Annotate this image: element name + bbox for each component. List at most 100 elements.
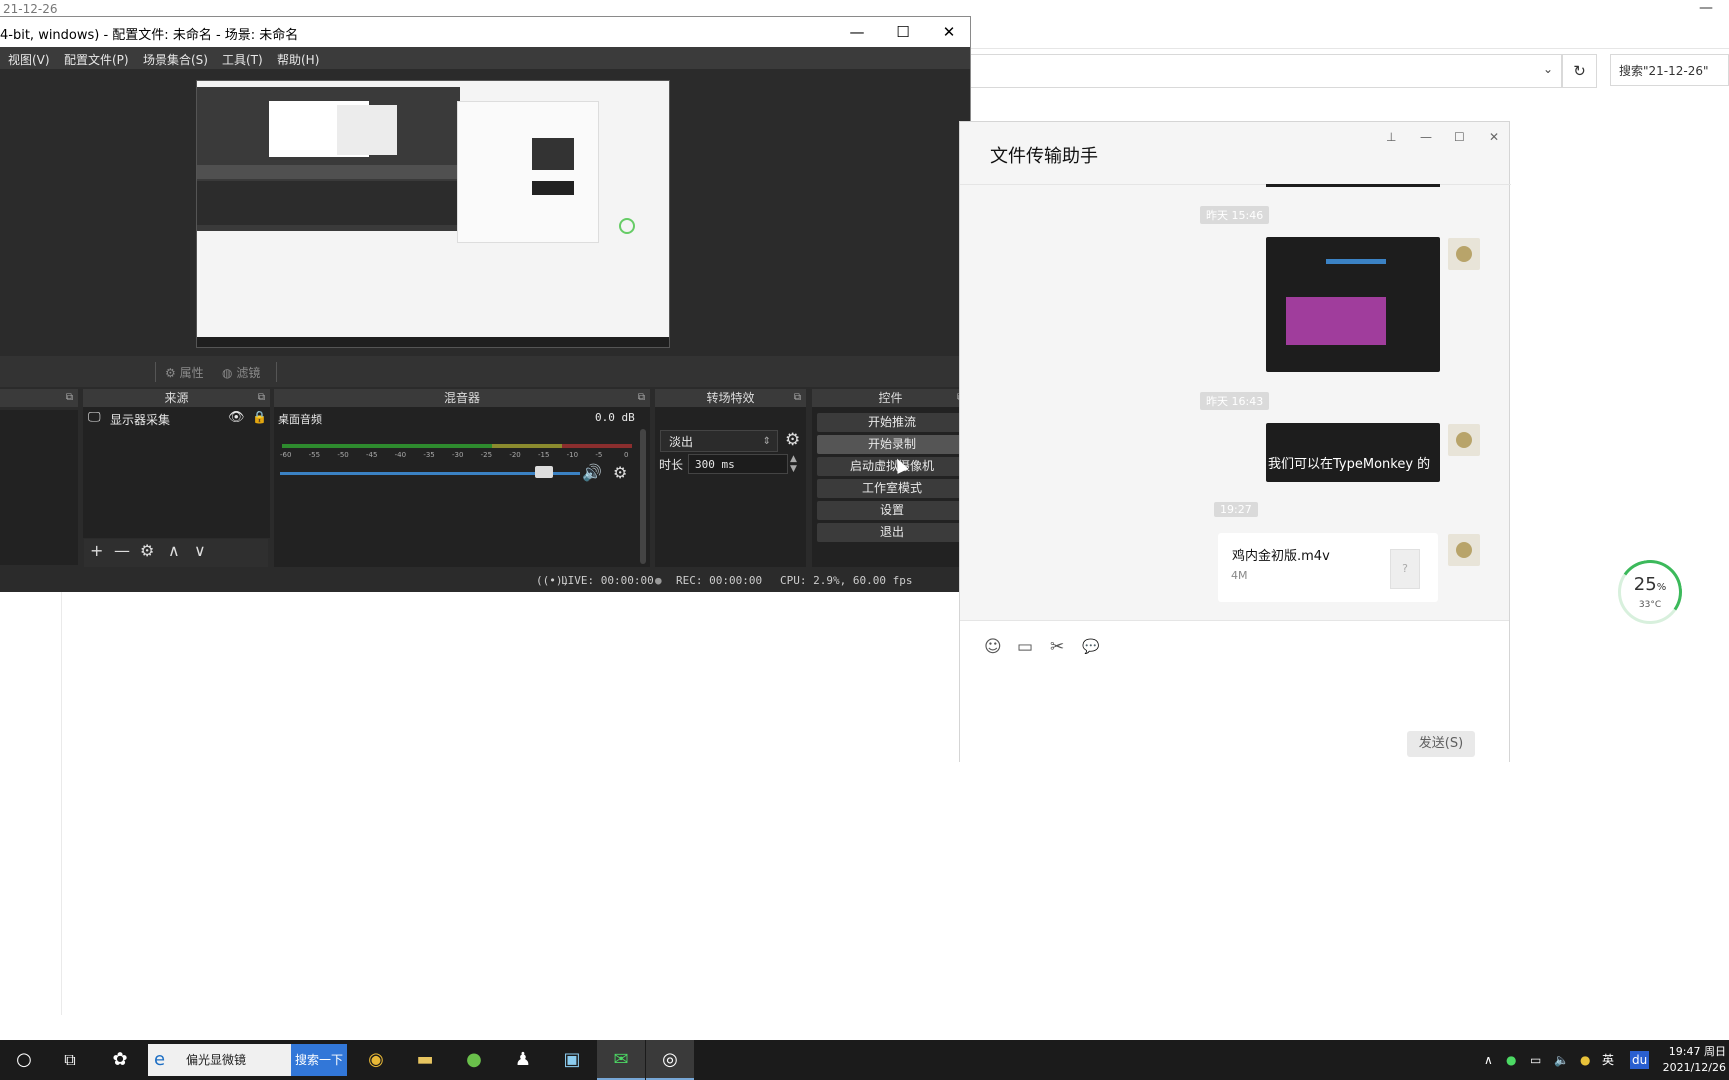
duration-input[interactable]: 300 ms: [688, 454, 788, 474]
system-clock[interactable]: 19:47 周日 2021/12/26: [1656, 1044, 1726, 1076]
baidu-icon[interactable]: du: [1630, 1051, 1650, 1069]
file-size: 4M: [1231, 569, 1248, 582]
transition-select[interactable]: 淡出 ⇕: [660, 430, 778, 452]
meter-tick-label: -5: [595, 451, 603, 459]
folder-icon[interactable]: ▭: [1017, 637, 1033, 657]
app-icon[interactable]: ●: [450, 1040, 498, 1080]
qq-icon[interactable]: ♟: [499, 1040, 547, 1080]
source-settings-button[interactable]: ⚙: [140, 541, 154, 560]
pin-button[interactable]: ⊥: [1386, 130, 1396, 144]
video-message[interactable]: 我们可以在TypeMonkey 的: [1266, 423, 1440, 482]
gear-icon[interactable]: ⚙: [785, 430, 800, 450]
speaker-icon[interactable]: 🔊: [582, 463, 602, 482]
start-streaming-button[interactable]: 开始推流: [817, 413, 967, 432]
obs-maximize-button[interactable]: ☐: [880, 17, 926, 47]
task-view-icon[interactable]: ⧉: [46, 1040, 94, 1080]
browser-search-button[interactable]: 搜索一下: [291, 1044, 347, 1076]
properties-button[interactable]: ⚙ 属性: [165, 364, 204, 381]
chevron-up-icon[interactable]: ∧: [1484, 1040, 1493, 1080]
avatar[interactable]: [1448, 534, 1480, 566]
ime-icon[interactable]: ●: [1580, 1040, 1590, 1080]
eye-icon[interactable]: 👁: [228, 410, 245, 425]
settings-button[interactable]: 设置: [817, 501, 967, 520]
image-thumbnail-content: [1286, 297, 1386, 345]
explorer-nav-divider: [61, 575, 62, 1015]
add-source-button[interactable]: +: [90, 541, 103, 560]
move-source-up-button[interactable]: ∧: [168, 541, 180, 560]
avatar[interactable]: [1448, 424, 1480, 456]
chat-history-icon[interactable]: 💬: [1082, 639, 1099, 655]
preview-nested-chat: [457, 101, 599, 243]
wechat-tray-icon[interactable]: ●: [1506, 1040, 1516, 1080]
studio-mode-button[interactable]: 工作室模式: [817, 479, 967, 498]
chrome-icon[interactable]: ◉: [352, 1040, 400, 1080]
menu-help[interactable]: 帮助(H): [277, 51, 319, 68]
volume-slider-thumb[interactable]: [535, 466, 553, 478]
cpu-usage-percent: 25%: [1633, 574, 1667, 595]
float-dock-icon[interactable]: ⧉: [638, 389, 645, 407]
wechat-minimize-button[interactable]: —: [1420, 130, 1432, 144]
float-dock-icon[interactable]: ⧉: [794, 389, 801, 407]
volume-meter-scale: -60 -55 -50 -45 -40 -35 -30 -25 -20 -15 -10 -5 0: [280, 451, 635, 461]
gear-icon[interactable]: ⚙: [613, 463, 627, 482]
remove-source-button[interactable]: —: [114, 541, 130, 560]
float-dock-icon[interactable]: ⧉: [258, 389, 265, 407]
exit-button[interactable]: 退出: [817, 523, 967, 542]
browser-search-box[interactable]: e 偏光显微镜: [148, 1044, 291, 1076]
scissors-icon[interactable]: ✂: [1050, 637, 1064, 657]
chat-title: 文件传输助手: [990, 146, 1098, 167]
obs-minimize-button[interactable]: —: [834, 17, 880, 47]
avatar[interactable]: [1448, 238, 1480, 270]
explorer-minimize-button[interactable]: —: [1699, 0, 1713, 16]
volume-icon[interactable]: 🔈: [1554, 1040, 1569, 1080]
meter-tick-label: -35: [423, 451, 435, 459]
ime-mode[interactable]: 英: [1602, 1040, 1614, 1080]
duration-spinner[interactable]: ▲ ▼: [790, 454, 797, 474]
start-recording-button[interactable]: 开始录制: [817, 435, 967, 454]
obs-close-button[interactable]: ✕: [926, 17, 972, 47]
message-input-area[interactable]: ☺ ▭ ✂ 💬 发送(S): [960, 620, 1509, 762]
wechat-close-button[interactable]: ✕: [1489, 130, 1499, 144]
source-item[interactable]: 🖵 显示器采集 👁 🔒: [84, 410, 268, 428]
app-icon[interactable]: ✿: [96, 1040, 144, 1080]
obs-status-bar: ((•)) LIVE: 00:00:00 ● REC: 00:00:00 CPU…: [0, 568, 970, 592]
scenes-list[interactable]: [0, 410, 78, 565]
refresh-button[interactable]: ↻: [1562, 54, 1597, 88]
wechat-maximize-button[interactable]: ☐: [1454, 130, 1465, 144]
image-message[interactable]: [1266, 237, 1440, 372]
cpu-temperature: 33°C: [1638, 600, 1662, 610]
lock-icon[interactable]: 🔒: [252, 410, 267, 424]
file-message[interactable]: 鸡内金初版.m4v 4M ?: [1218, 533, 1438, 602]
wechat-icon[interactable]: ✉: [597, 1040, 645, 1080]
message-timestamp: 19:27: [1214, 502, 1258, 517]
explorer-address-bar[interactable]: ⌄: [960, 54, 1562, 88]
cpu-usage-widget[interactable]: 25% 33°C: [1612, 554, 1688, 630]
cortana-icon[interactable]: ○: [0, 1040, 48, 1080]
emoji-icon[interactable]: ☺: [984, 637, 1002, 657]
menu-profile[interactable]: 配置文件(P): [64, 51, 129, 68]
menu-scene-collection[interactable]: 场景集合(S): [143, 51, 208, 68]
send-button[interactable]: 发送(S): [1407, 731, 1475, 757]
obs-preview-canvas[interactable]: [196, 80, 670, 348]
explorer-search-input[interactable]: 搜索"21-12-26": [1610, 54, 1729, 86]
dock-title-transitions-label: 转场特效: [706, 391, 755, 405]
mixer-scrollbar[interactable]: [640, 429, 646, 564]
file-icon: ?: [1390, 549, 1420, 589]
meter-tick-label: -40: [394, 451, 407, 459]
file-explorer-icon[interactable]: ▬: [401, 1040, 449, 1080]
menu-view[interactable]: 视图(V): [8, 51, 50, 68]
dock-title-transitions: 转场特效 ⧉: [655, 389, 806, 407]
network-icon[interactable]: ▭: [1530, 1040, 1541, 1080]
menu-tools[interactable]: 工具(T): [222, 51, 263, 68]
meter-tick-label: -15: [538, 451, 550, 459]
preview-nested-widget: [619, 218, 635, 234]
preview-nested-window: [337, 105, 397, 155]
clock-date: 2021/12/26: [1662, 1061, 1726, 1074]
float-dock-icon[interactable]: ⧉: [66, 389, 73, 407]
chevron-down-icon[interactable]: ⌄: [1543, 62, 1553, 76]
obs-icon[interactable]: ◎: [646, 1040, 694, 1080]
move-source-down-button[interactable]: ∨: [194, 541, 206, 560]
gear-icon: ⚙: [165, 366, 176, 380]
filters-button[interactable]: ◍ 滤镜: [222, 364, 260, 381]
photos-icon[interactable]: ▣: [548, 1040, 596, 1080]
